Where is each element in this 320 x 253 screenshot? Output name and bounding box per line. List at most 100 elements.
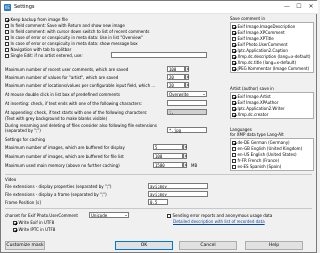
checkbox-icon[interactable] bbox=[5, 18, 9, 22]
save-comment-item[interactable]: Exif Image.XPTitle bbox=[232, 36, 274, 41]
renaming-input[interactable]: *.jpg bbox=[167, 127, 207, 133]
artist-item[interactable]: Iptc.Application2.Writer bbox=[232, 106, 285, 111]
help-button[interactable]: Help bbox=[245, 241, 303, 250]
save-comment-item[interactable]: JPEG Kommentar (Image Comment) bbox=[232, 66, 309, 71]
artist-item[interactable]: Xmp.dc.creator bbox=[232, 112, 268, 117]
save-comment-item[interactable]: Xmp.dc.description (lang=x-default) bbox=[232, 54, 310, 59]
max-locations-input[interactable]: 20 bbox=[167, 82, 185, 88]
checkbox-icon[interactable] bbox=[232, 113, 236, 117]
separator bbox=[5, 208, 312, 209]
cache-memory-spinner[interactable] bbox=[183, 162, 187, 168]
checkbox-icon[interactable] bbox=[232, 25, 236, 29]
checkbox-icon[interactable] bbox=[232, 159, 236, 163]
video-properties-input[interactable]: avi;mov bbox=[148, 183, 208, 189]
video-frame-label: File extensions - display a frame (separ… bbox=[5, 192, 107, 197]
checkbox-icon[interactable] bbox=[232, 141, 236, 145]
checkbox-icon[interactable] bbox=[232, 61, 236, 65]
language-item[interactable]: en-US English (United States) bbox=[232, 152, 297, 157]
checkbox-icon[interactable] bbox=[232, 43, 236, 47]
double-click-select[interactable]: Overwrite bbox=[167, 91, 207, 97]
language-item[interactable]: en-GB English (United Kingdom) bbox=[232, 146, 302, 151]
inserting-check-label: At inserting: check, if text ends with o… bbox=[5, 101, 143, 106]
checkbox-icon[interactable] bbox=[232, 55, 236, 59]
max-artist-spinner[interactable] bbox=[185, 74, 189, 80]
checkbox-icon[interactable] bbox=[5, 24, 9, 28]
cache-display-spinner[interactable] bbox=[183, 144, 187, 150]
checkbox-icon[interactable] bbox=[5, 30, 9, 34]
appending-check-label: At appending: check, if text starts with… bbox=[5, 110, 148, 115]
minimize-button[interactable]: — bbox=[283, 3, 291, 11]
check-tab-splitbar[interactable]: Navigation with tab to splitbar bbox=[5, 47, 71, 52]
detailed-description-link[interactable]: Detailed description with list of record… bbox=[173, 219, 265, 224]
checkbox-icon[interactable] bbox=[5, 54, 9, 58]
checkbox-icon[interactable] bbox=[13, 221, 17, 225]
inserting-check-input[interactable] bbox=[167, 100, 207, 106]
cancel-button[interactable]: Cancel bbox=[179, 241, 237, 250]
charset-select[interactable]: Unicode bbox=[89, 212, 129, 218]
artist-list: Exif Image.Artist Exif Image.XPAuthor Ip… bbox=[230, 92, 314, 119]
cache-memory-input[interactable]: 1500 bbox=[153, 162, 183, 168]
max-comments-spinner[interactable] bbox=[185, 66, 189, 72]
save-comment-item[interactable]: Exif Photo.UserComment bbox=[232, 42, 288, 47]
checkbox-icon[interactable] bbox=[232, 153, 236, 157]
max-comments-label: Maximum number of recent user comments, … bbox=[5, 67, 129, 72]
checkbox-icon[interactable] bbox=[232, 31, 236, 35]
close-button[interactable]: ✕ bbox=[307, 3, 315, 11]
save-comment-item[interactable]: Xmp.dc.title (lang=x-default) bbox=[232, 60, 296, 65]
max-locations-spinner[interactable] bbox=[185, 82, 189, 88]
checkbox-icon[interactable] bbox=[232, 37, 236, 41]
checkbox-icon[interactable] bbox=[232, 101, 236, 105]
renaming-label: During renaming and deleting of files co… bbox=[5, 123, 157, 133]
checkbox-icon[interactable] bbox=[232, 95, 236, 99]
cache-filelist-input[interactable]: 100 bbox=[153, 153, 183, 159]
save-comment-title: Save comment in bbox=[230, 16, 266, 21]
check-error-overview[interactable]: In case of error or conspicuity in meta … bbox=[5, 35, 143, 40]
checkbox-icon[interactable] bbox=[167, 214, 171, 218]
max-artist-input[interactable]: 20 bbox=[167, 74, 185, 80]
max-artist-label: Maximum number of values for "artist", w… bbox=[5, 75, 119, 80]
cache-display-label: Maximum number of images, which are buff… bbox=[5, 145, 125, 150]
caching-title: Settings for caching bbox=[5, 137, 46, 142]
video-frame-input[interactable]: avi;mov bbox=[148, 191, 208, 197]
checkbox-icon[interactable] bbox=[5, 48, 9, 52]
language-item[interactable]: fr-FR French (France) bbox=[232, 158, 279, 163]
default-artist-input[interactable] bbox=[111, 52, 207, 58]
checkbox-icon[interactable] bbox=[232, 49, 236, 53]
artist-item[interactable]: Exif Image.Artist bbox=[232, 94, 271, 99]
check-iptc-utf8[interactable]: Write IPTC in UTF8 bbox=[13, 227, 55, 232]
save-comment-item[interactable]: Iptc.Application2.Caption bbox=[232, 48, 288, 53]
save-comment-item[interactable]: Exif Image.XPComment bbox=[232, 30, 285, 35]
max-comments-input[interactable]: 100 bbox=[167, 66, 185, 72]
cache-display-input[interactable]: 5 bbox=[153, 144, 183, 150]
check-single-edit-artist[interactable]: Single Edit: if no artist entered, use: bbox=[5, 53, 83, 58]
checkbox-icon[interactable] bbox=[232, 147, 236, 151]
language-item[interactable]: de-DE German (Germany) bbox=[232, 140, 290, 145]
checkbox-icon[interactable] bbox=[5, 36, 9, 40]
appending-check-input[interactable]: ;, bbox=[167, 109, 207, 115]
language-item[interactable]: es-ES Spanish (Spain) bbox=[232, 164, 281, 169]
customize-mask-button[interactable]: Customize mask bbox=[5, 241, 45, 250]
charset-label: charset for Exif Photo.UserComment bbox=[5, 213, 78, 218]
max-locations-label: Maximum number of locations/values per c… bbox=[5, 83, 156, 88]
maximize-button[interactable]: ☐ bbox=[295, 3, 303, 11]
cache-filelist-spinner[interactable] bbox=[183, 153, 187, 159]
checkbox-icon[interactable] bbox=[232, 165, 236, 169]
save-comment-item[interactable]: Exif Image.ImageDescription bbox=[232, 24, 295, 29]
check-error-messagebox[interactable]: In case of error or conspicuity in meta … bbox=[5, 41, 138, 46]
check-save-with-return[interactable]: In field comment: Save with Return and s… bbox=[5, 23, 125, 28]
double-click-label: At mouse double click in list box of pre… bbox=[5, 92, 120, 97]
check-send-errors[interactable]: Sending error reports and anonymous usag… bbox=[167, 213, 272, 218]
checkbox-icon[interactable] bbox=[232, 67, 236, 71]
languages-subtitle: for XMP data type Lang-Alt bbox=[230, 132, 284, 137]
frame-position-input[interactable]: 0.5 bbox=[148, 199, 168, 205]
window-title: Settings bbox=[14, 4, 35, 10]
checkbox-icon[interactable] bbox=[13, 228, 17, 232]
check-keep-backup[interactable]: Keep backup from image file bbox=[5, 17, 68, 22]
checkbox-icon[interactable] bbox=[232, 107, 236, 111]
app-icon: IIE bbox=[4, 4, 11, 11]
artist-item[interactable]: Exif Image.XPAuthor bbox=[232, 100, 278, 105]
checkbox-icon[interactable] bbox=[5, 42, 9, 46]
check-cursor-down[interactable]: In field comment: with cursor down switc… bbox=[5, 29, 149, 34]
check-exif-utf8[interactable]: Write Exif in UTF8 bbox=[13, 220, 54, 225]
ok-button[interactable]: OK bbox=[115, 241, 173, 250]
